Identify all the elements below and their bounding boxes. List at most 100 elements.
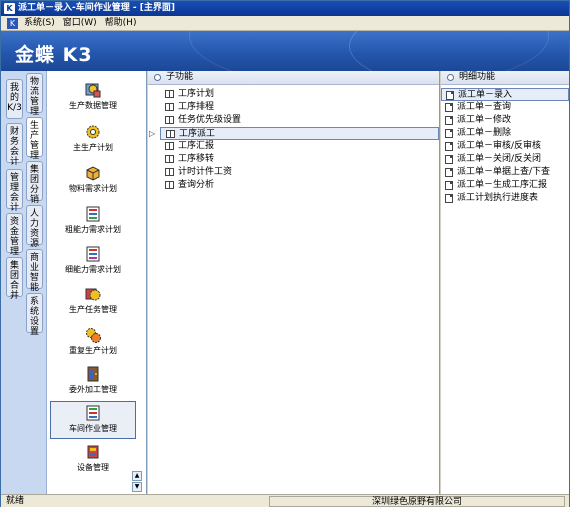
- brand-name: 金蝶: [15, 44, 56, 66]
- status-company: 深圳绿色原野有限公司: [269, 496, 565, 507]
- module-material-plan[interactable]: 物料需求计划: [50, 162, 136, 200]
- document-icon: [446, 91, 454, 100]
- repeat-gear-icon: [86, 328, 101, 343]
- module-label: 细能力需求计划: [65, 265, 121, 274]
- task-gear-icon: [85, 288, 101, 301]
- menu-help[interactable]: 帮助(H): [101, 16, 141, 31]
- sub-function-item[interactable]: 查询分析: [160, 179, 439, 192]
- tab-finance[interactable]: 财务会计: [6, 123, 23, 167]
- window-title: 派工单－录入-车间作业管理 - [主界面]: [18, 3, 175, 13]
- item-label: 派工单－单据上查/下查: [457, 167, 551, 177]
- detail-function-title: 明细功能: [459, 72, 496, 82]
- module-production-task[interactable]: 生产任务管理: [50, 283, 136, 321]
- detail-item[interactable]: 派工单－审核/反审核: [441, 140, 569, 153]
- collapse-icon[interactable]: [154, 74, 161, 81]
- tab-business-intelligence[interactable]: 商业智能: [26, 249, 43, 293]
- item-label: 派工单－修改: [457, 115, 512, 125]
- document-icon: [445, 129, 453, 138]
- item-label: 派工单－删除: [457, 128, 512, 138]
- table-icon: [165, 103, 174, 111]
- tab-fund-management[interactable]: 资金管理: [6, 213, 23, 257]
- module-rough-capacity[interactable]: 粗能力需求计划: [50, 203, 136, 241]
- tab-my-k3[interactable]: 我的K/3: [6, 79, 23, 119]
- left-navigation: 我的K/3 物流管理 财务会计 生产管理 管理会计 集团分销 资金管理 人力资源…: [1, 71, 147, 494]
- module-workshop[interactable]: 车间作业管理: [50, 401, 136, 439]
- document-icon: [445, 194, 453, 203]
- detail-item[interactable]: 派工单－查询: [441, 101, 569, 114]
- item-label: 工序排程: [178, 102, 215, 112]
- detail-item-selected[interactable]: 派工单－录入: [441, 88, 569, 101]
- tab-production[interactable]: 生产管理: [26, 117, 43, 161]
- sub-function-item[interactable]: 计时计件工资: [160, 166, 439, 179]
- module-label: 生产数据管理: [69, 101, 117, 110]
- collapse-icon[interactable]: [447, 74, 454, 81]
- sub-function-item[interactable]: 工序移转: [160, 153, 439, 166]
- module-outsource[interactable]: 委外加工管理: [50, 363, 136, 401]
- tab-system-settings[interactable]: 系统设置: [26, 293, 43, 337]
- status-bar: 就绪 深圳绿色原野有限公司: [1, 494, 569, 507]
- item-label: 派工单－审核/反审核: [457, 141, 542, 151]
- table-icon: [165, 142, 174, 150]
- detail-item[interactable]: 派工单－关闭/反关闭: [441, 153, 569, 166]
- scroll-up-button[interactable]: ▲: [132, 471, 142, 481]
- module-label: 设备管理: [77, 463, 109, 472]
- sub-function-header: 子功能: [148, 71, 439, 85]
- detail-function-panel: 明细功能 派工单－录入 派工单－查询 派工单－修改 派工单－删除 派工单－审核/…: [441, 71, 569, 494]
- document-icon: [445, 155, 453, 164]
- detail-function-list: 派工单－录入 派工单－查询 派工单－修改 派工单－删除 派工单－审核/反审核 派…: [441, 85, 569, 205]
- brand-product: K3: [62, 44, 93, 66]
- module-master-plan[interactable]: 主生产计划: [50, 121, 136, 159]
- menu-system[interactable]: 系统(S): [20, 16, 59, 31]
- workshop-icon: [86, 405, 100, 421]
- table-icon: [165, 116, 174, 124]
- detail-item[interactable]: 派工单－单据上查/下查: [441, 166, 569, 179]
- scroll-down-button[interactable]: ▼: [132, 482, 142, 492]
- module-label: 车间作业管理: [69, 424, 117, 433]
- sub-function-item[interactable]: 工序排程: [160, 101, 439, 114]
- menu-window[interactable]: 窗口(W): [59, 16, 101, 31]
- detail-item[interactable]: 派工单－修改: [441, 114, 569, 127]
- app-logo-icon: K: [4, 3, 15, 14]
- sub-function-panel: 子功能 工序计划 工序排程 任务优先级设置 ▷ 工序派工 工序汇报 工序移转 计时…: [148, 71, 440, 494]
- tab-management-accounting[interactable]: 管理会计: [6, 169, 23, 213]
- module-icon-panel: 生产数据管理 主生产计划 物料需求计划 粗能力需求计划 细能力需求计划 生产任务…: [46, 71, 146, 494]
- sub-function-list: 工序计划 工序排程 任务优先级设置 ▷ 工序派工 工序汇报 工序移转 计时计件工资…: [148, 85, 439, 192]
- material-box-icon: [86, 166, 100, 181]
- table-icon: [165, 90, 174, 98]
- brand-logo: 金蝶 K3: [15, 40, 93, 67]
- tab-group-distribution[interactable]: 集团分销: [26, 161, 43, 205]
- sub-function-item[interactable]: 任务优先级设置: [160, 114, 439, 127]
- module-label: 主生产计划: [73, 143, 113, 152]
- detail-item[interactable]: 派工计划执行进度表: [441, 192, 569, 205]
- document-icon: [445, 116, 453, 125]
- detail-function-header: 明细功能: [441, 71, 569, 85]
- banner-decoration-2: [349, 31, 569, 71]
- module-label: 粗能力需求计划: [65, 225, 121, 234]
- brand-banner: 金蝶 K3: [1, 31, 569, 71]
- module-production-data[interactable]: 生产数据管理: [50, 79, 136, 117]
- detail-item[interactable]: 派工单－删除: [441, 127, 569, 140]
- tab-logistics[interactable]: 物流管理: [26, 73, 43, 117]
- item-label: 工序移转: [178, 154, 215, 164]
- document-icon: [445, 181, 453, 190]
- sub-function-item[interactable]: 工序汇报: [160, 140, 439, 153]
- menu-bar: K 系统(S) 窗口(W) 帮助(H): [1, 16, 569, 31]
- item-label: 派工单－生成工序汇报: [457, 180, 548, 190]
- module-repeat-production[interactable]: 重复生产计划: [50, 324, 136, 362]
- module-scroll: ▲ ▼: [132, 471, 142, 493]
- detail-item[interactable]: 派工单－生成工序汇报: [441, 179, 569, 192]
- item-label: 派工单－录入: [458, 90, 513, 100]
- sub-function-item-selected[interactable]: ▷ 工序派工: [149, 127, 439, 140]
- module-fine-capacity[interactable]: 细能力需求计划: [50, 243, 136, 281]
- item-label: 派工计划执行进度表: [457, 193, 539, 203]
- sub-function-title: 子功能: [166, 72, 194, 82]
- document-icon: [445, 168, 453, 177]
- module-equipment[interactable]: 设备管理: [50, 441, 136, 479]
- sub-function-item[interactable]: 工序计划: [160, 88, 439, 101]
- tab-group-consolidation[interactable]: 集团合并: [6, 257, 23, 301]
- tab-human-resources[interactable]: 人力资源: [26, 205, 43, 249]
- rough-capacity-icon: [86, 206, 100, 222]
- menu-logo-icon[interactable]: K: [7, 17, 18, 29]
- vertical-tab-strip: 我的K/3 物流管理 财务会计 生产管理 管理会计 集团分销 资金管理 人力资源…: [1, 71, 46, 494]
- status-text: 就绪: [6, 496, 25, 506]
